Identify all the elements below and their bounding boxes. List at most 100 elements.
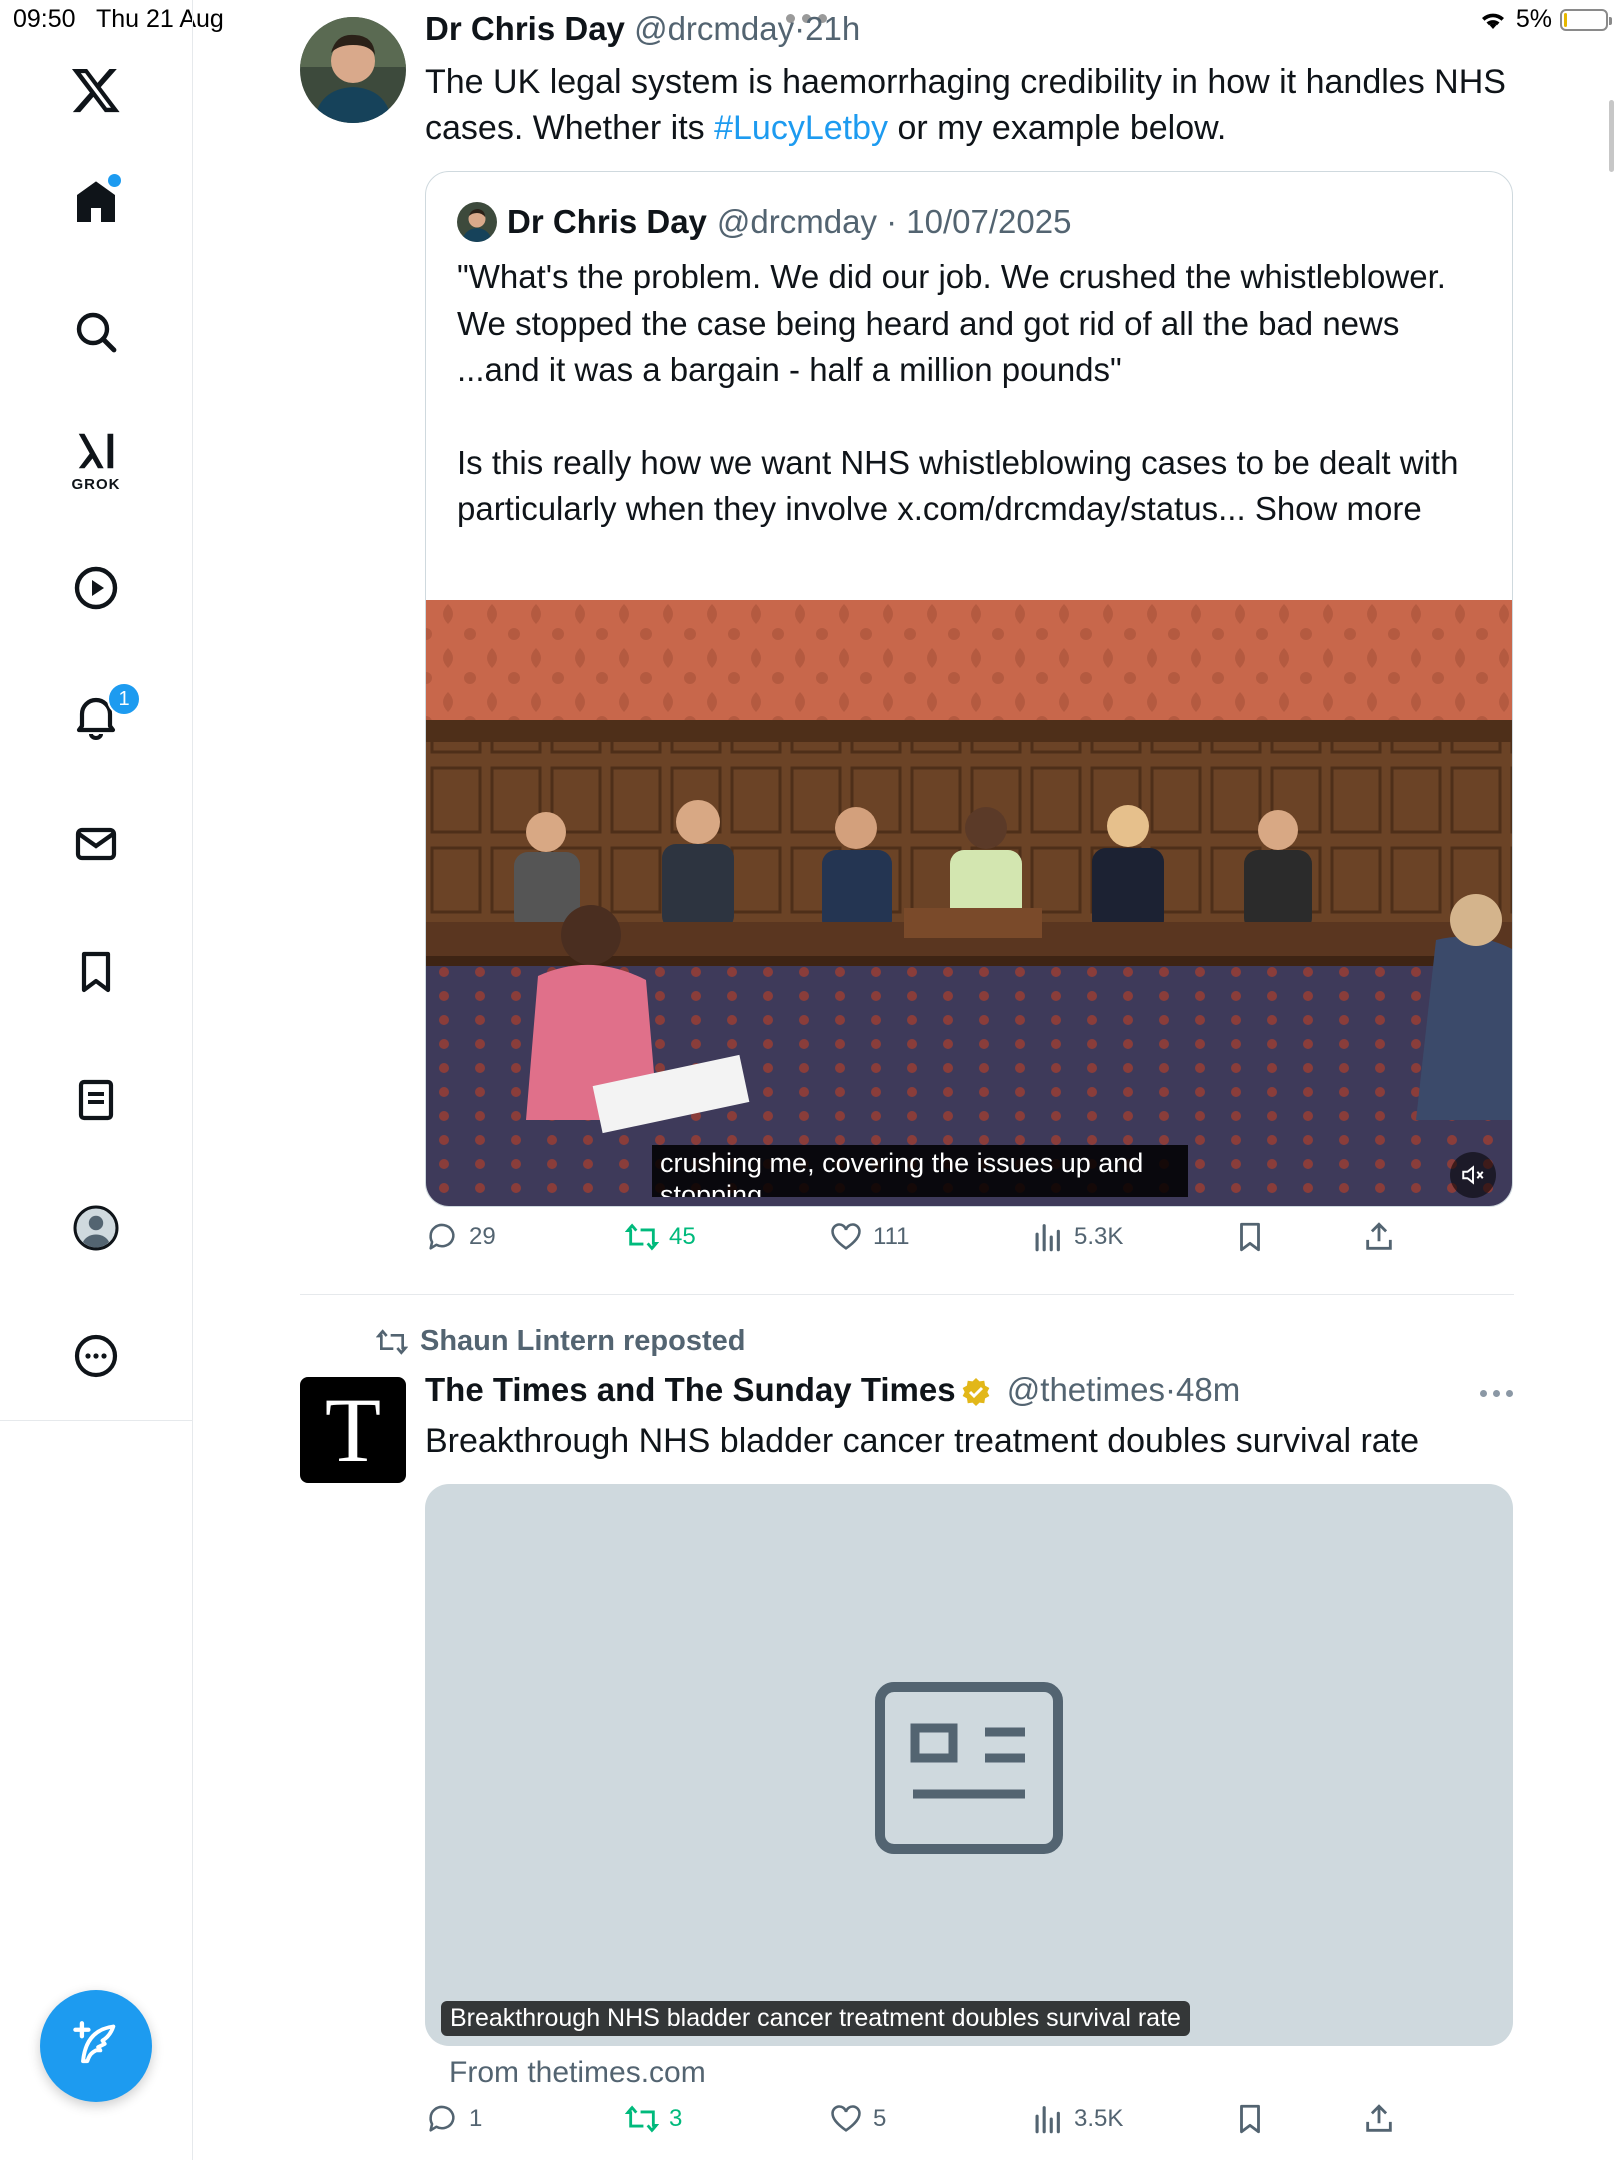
bookmark-button[interactable] (1233, 1220, 1267, 1254)
post-text: Breakthrough NHS bladder cancer treatmen… (425, 1422, 1420, 1460)
share-button[interactable] (1362, 1220, 1396, 1254)
link-source[interactable]: From thetimes.com (449, 2056, 706, 2090)
search-icon (76, 312, 117, 353)
like-count: 111 (873, 1223, 910, 1250)
views-button[interactable]: 5.3K (1030, 1220, 1123, 1254)
repost-icon (625, 1223, 659, 1251)
wifi-icon (1481, 13, 1504, 29)
muted-speaker-icon (1462, 1165, 1484, 1185)
post-separator (300, 1294, 1514, 1295)
sidebar-item-video[interactable] (46, 538, 146, 638)
time-separator: · (1165, 1371, 1176, 1408)
time-separator: · (794, 10, 806, 47)
sidebar-item-messages[interactable] (46, 794, 146, 894)
status-right: 5% (1478, 5, 1612, 34)
post-header: Dr Chris Day @drcmday·21h (425, 10, 860, 48)
reply-icon (429, 2105, 455, 2132)
repost-button[interactable]: 3 (625, 2102, 682, 2136)
profile-icon (73, 1205, 119, 1251)
heart-icon (831, 1223, 861, 1250)
sidebar-item-home[interactable] (46, 152, 146, 252)
quote-author-name: Dr Chris Day (507, 203, 707, 240)
bookmark-icon (81, 951, 111, 993)
mail-icon (75, 827, 117, 861)
the-times-logo[interactable]: T (300, 1377, 406, 1483)
bookmark-icon (1240, 2104, 1260, 2134)
video-player[interactable]: crushing me, covering the issues up and … (426, 600, 1512, 1206)
verified-badge-icon (962, 1378, 989, 1407)
sidebar-item-lists[interactable] (46, 1050, 146, 1150)
scrollbar[interactable] (1609, 100, 1614, 172)
like-count: 5 (873, 2105, 887, 2132)
quote-header: Dr Chris Day @drcmday · 10/07/2025 (457, 202, 1071, 242)
author-name[interactable]: Dr Chris Day (425, 10, 625, 47)
author-handle[interactable]: @thetimes (1007, 1371, 1165, 1408)
post-text: The UK legal system is haemorrhaging cre… (425, 63, 1506, 147)
home-unread-dot (108, 174, 121, 187)
like-button[interactable]: 111 (829, 1220, 909, 1254)
share-button[interactable] (1362, 2102, 1396, 2136)
quote-meta: @drcmday · 10/07/2025 (716, 203, 1072, 240)
post-actions: 1 3 5 3.5K (425, 2102, 1425, 2152)
repost-button[interactable]: 45 (625, 1220, 696, 1254)
video-frame (426, 600, 1512, 1206)
heart-icon (831, 2105, 861, 2132)
view-count: 5.3K (1074, 1223, 1124, 1250)
sidebar-item-bookmarks[interactable] (46, 922, 146, 1022)
compose-button[interactable] (40, 1990, 152, 2102)
views-icon (1035, 1224, 1060, 1252)
quoted-post[interactable]: Dr Chris Day @drcmday · 10/07/2025 "What… (425, 171, 1513, 1207)
quote-text: "What's the problem. We did our job. We … (457, 258, 1459, 527)
share-icon (1366, 2104, 1392, 2132)
compose-icon (73, 2021, 116, 2064)
list-icon (78, 1079, 114, 1121)
reposted-by: Shaun Lintern reposted (420, 1325, 746, 1357)
post-time[interactable]: 48m (1176, 1371, 1240, 1408)
sidebar: GROK 1 (0, 0, 193, 2160)
post-header: The Times and The Sunday Times @thetimes… (425, 1371, 1240, 1409)
battery-icon (1560, 8, 1612, 31)
sidebar-divider (0, 1420, 192, 1421)
notification-badge: 1 (107, 682, 141, 716)
author-name[interactable]: The Times and The Sunday Times (425, 1371, 956, 1408)
link-title-overlay: Breakthrough NHS bladder cancer treatmen… (441, 2001, 1190, 2036)
news-article-icon (875, 1682, 1063, 1854)
battery-percent: 5% (1515, 5, 1552, 33)
like-button[interactable]: 5 (829, 2102, 886, 2136)
quote-avatar (457, 202, 497, 242)
x-logo-icon[interactable] (46, 40, 146, 140)
bookmark-button[interactable] (1233, 2102, 1267, 2136)
view-count: 3.5K (1074, 2105, 1124, 2132)
reply-count: 29 (469, 1223, 496, 1250)
sidebar-item-grok[interactable]: GROK (46, 410, 146, 510)
repost-context[interactable]: Shaun Lintern reposted (376, 1325, 745, 1358)
more-icon (74, 1334, 118, 1378)
repost-icon (376, 1328, 408, 1355)
video-caption: crushing me, covering the issues up and … (652, 1145, 1188, 1197)
repost-count: 3 (669, 2105, 683, 2132)
post-time[interactable]: 21h (805, 10, 860, 47)
repost-icon (625, 2105, 659, 2133)
reply-count: 1 (469, 2105, 483, 2132)
grok-icon (78, 433, 114, 468)
grok-label: GROK (71, 475, 121, 493)
sidebar-item-notifications[interactable]: 1 (46, 666, 146, 766)
mute-button[interactable] (1450, 1152, 1496, 1198)
link-preview-card[interactable]: Breakthrough NHS bladder cancer treatmen… (425, 1484, 1513, 2046)
hashtag-link[interactable]: #LucyLetby (714, 109, 888, 147)
sidebar-item-profile[interactable] (46, 1178, 146, 1278)
reply-button[interactable]: 29 (425, 1220, 496, 1254)
share-icon (1366, 1222, 1392, 1250)
post-more-icon[interactable] (1480, 1390, 1513, 1397)
bookmark-icon (1240, 1222, 1260, 1252)
sidebar-item-more[interactable] (46, 1306, 146, 1406)
author-handle[interactable]: @drcmday (634, 10, 794, 47)
views-icon (1035, 2106, 1060, 2134)
repost-count: 45 (669, 1223, 696, 1250)
play-icon (74, 566, 118, 610)
sidebar-item-search[interactable] (46, 282, 146, 382)
reply-button[interactable]: 1 (425, 2102, 482, 2136)
author-avatar[interactable] (300, 17, 406, 123)
post-actions: 29 45 111 5.3K (425, 1220, 1425, 1270)
views-button[interactable]: 3.5K (1030, 2102, 1123, 2136)
